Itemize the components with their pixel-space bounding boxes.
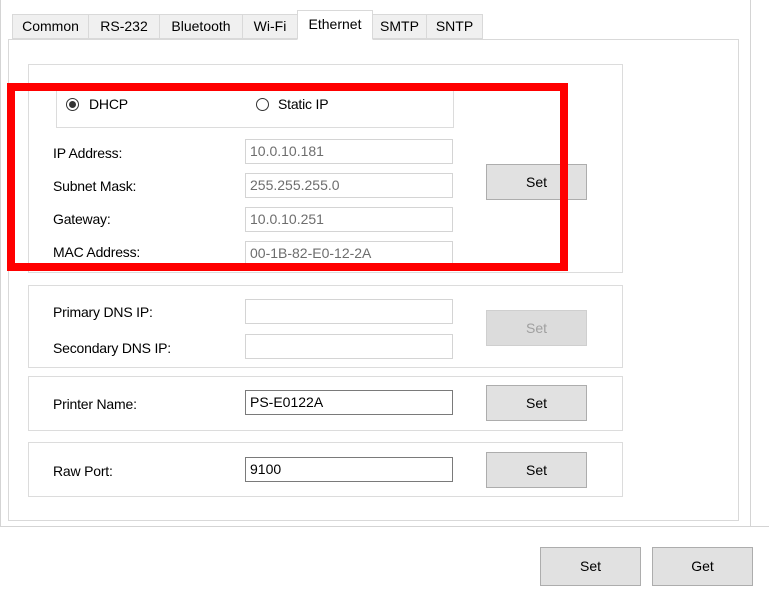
panel-left-border [0, 0, 1, 527]
primary-dns-label: Primary DNS IP: [53, 304, 153, 320]
printer-name-label: Printer Name: [53, 396, 137, 412]
printer-name-field[interactable]: PS-E0122A [245, 390, 453, 415]
tab-sntp[interactable]: SNTP [426, 14, 483, 39]
raw-port-set-button[interactable]: Set [486, 452, 587, 488]
tab-ethernet[interactable]: Ethernet [297, 10, 373, 40]
raw-port-label: Raw Port: [53, 463, 113, 479]
raw-port-field[interactable]: 9100 [245, 457, 453, 482]
red-highlight-box [7, 83, 568, 271]
tab-wifi[interactable]: Wi-Fi [242, 14, 298, 39]
footer-get-button[interactable]: Get [652, 547, 753, 586]
footer-set-button[interactable]: Set [540, 547, 641, 586]
panel-right-border [750, 0, 751, 527]
tab-smtp[interactable]: SMTP [372, 14, 427, 39]
tab-rs232[interactable]: RS-232 [88, 14, 160, 39]
tab-bluetooth[interactable]: Bluetooth [159, 14, 243, 39]
dns-set-button[interactable]: Set [486, 310, 587, 346]
tab-common[interactable]: Common [12, 14, 89, 39]
primary-dns-field[interactable] [245, 299, 453, 324]
secondary-dns-field[interactable] [245, 334, 453, 359]
panel-bottom-border [0, 526, 769, 527]
secondary-dns-label: Secondary DNS IP: [53, 340, 171, 356]
printer-name-set-button[interactable]: Set [486, 385, 587, 421]
